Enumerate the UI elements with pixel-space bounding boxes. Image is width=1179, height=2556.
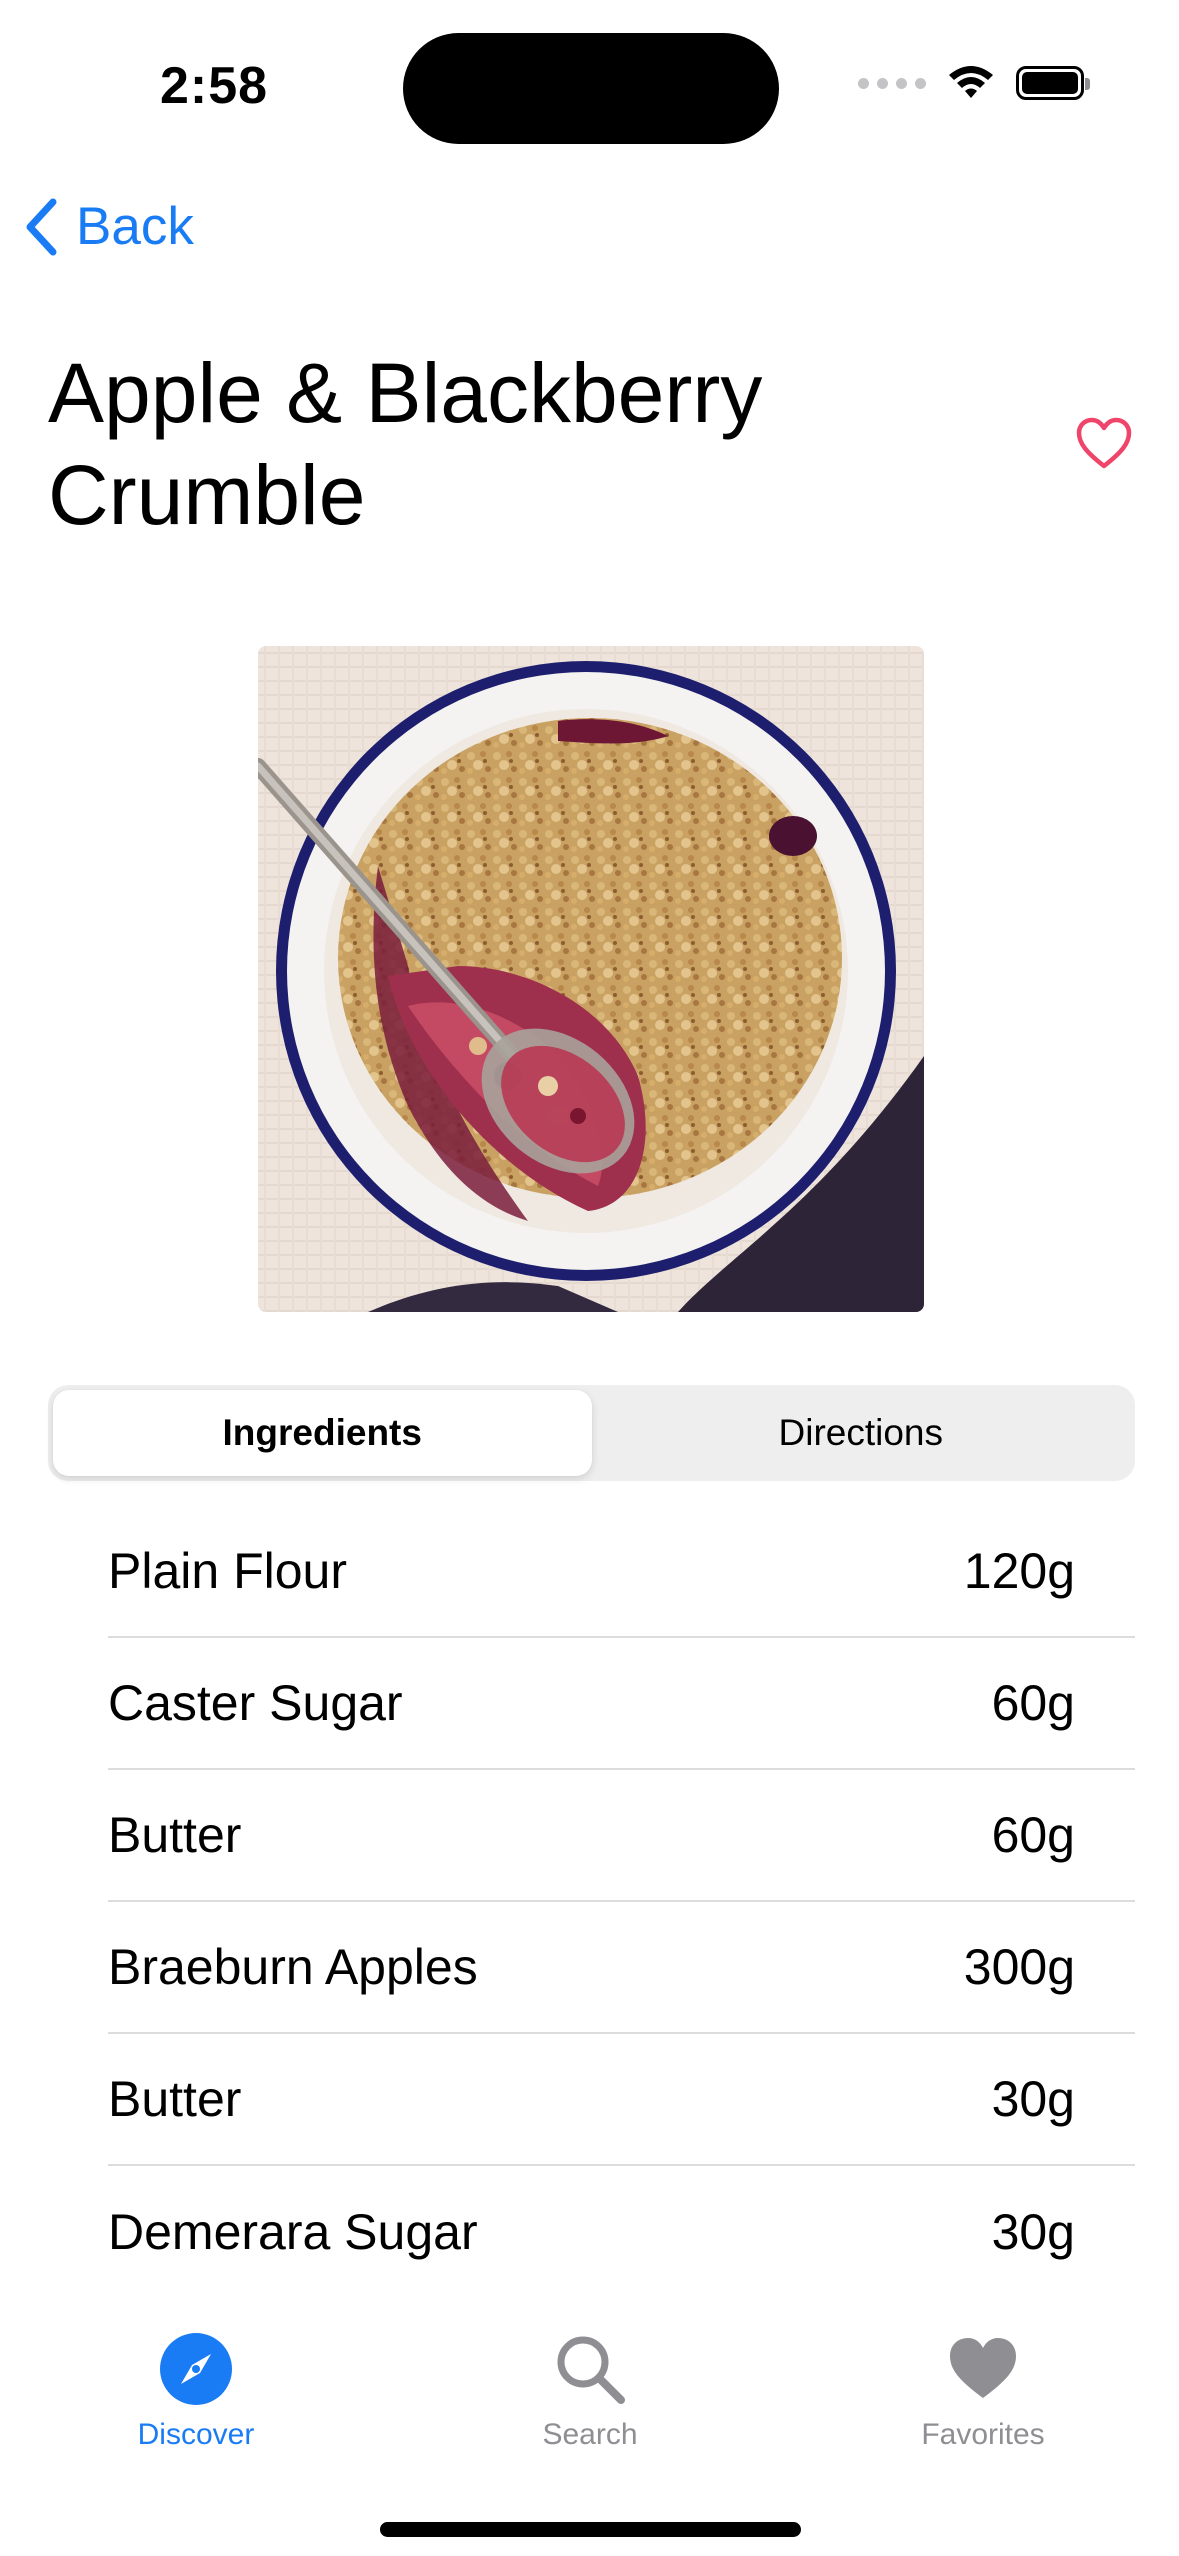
recipe-photo <box>258 646 924 1312</box>
tab-discover[interactable]: Discover <box>66 2332 326 2452</box>
tab-search[interactable]: Search <box>460 2332 720 2452</box>
ingredient-name: Demerara Sugar <box>108 2204 478 2260</box>
tab-favorites-label: Favorites <box>921 2418 1045 2451</box>
ingredient-name: Braeburn Apples <box>108 1939 478 1995</box>
recipe-title: Apple & Blackberry Crumble <box>48 346 763 542</box>
tab-favorites[interactable]: Favorites <box>853 2332 1113 2452</box>
segment-ingredients[interactable]: Ingredients <box>53 1390 592 1476</box>
cellular-signal-icon <box>858 77 926 89</box>
heart-icon <box>946 2332 1020 2406</box>
status-time: 2:58 <box>160 57 269 115</box>
favorite-button[interactable] <box>1074 414 1134 474</box>
ingredient-row: Braeburn Apples 300g <box>108 1902 1135 2034</box>
status-bar: 2:58 <box>0 0 1179 180</box>
ingredient-row: Demerara Sugar 30g <box>108 2166 1135 2298</box>
tab-bar: Discover Search Favorites <box>0 2300 1179 2556</box>
ingredient-name: Butter <box>108 2071 242 2127</box>
ingredient-name: Caster Sugar <box>108 1675 403 1731</box>
home-indicator[interactable] <box>380 2522 801 2537</box>
tab-discover-label: Discover <box>137 2418 255 2451</box>
chevron-left-icon <box>26 198 57 255</box>
status-indicators <box>858 64 1090 102</box>
battery-icon <box>1016 66 1090 100</box>
ingredient-row: Butter 60g <box>108 1770 1135 1902</box>
segment-directions[interactable]: Directions <box>592 1390 1131 1476</box>
back-label: Back <box>76 197 194 256</box>
ingredient-amount: 300g <box>963 1939 1075 1995</box>
ingredient-amount: 30g <box>991 2071 1075 2127</box>
ingredient-amount: 60g <box>991 1807 1075 1863</box>
ingredient-amount: 120g <box>963 1543 1075 1599</box>
tab-search-label: Search <box>542 2418 638 2451</box>
dynamic-island <box>403 33 779 144</box>
ingredient-name: Butter <box>108 1807 242 1863</box>
ingredient-row: Caster Sugar 60g <box>108 1638 1135 1770</box>
ingredient-row: Butter 30g <box>108 2034 1135 2166</box>
ingredient-row: Plain Flour 120g <box>108 1506 1135 1638</box>
compass-icon <box>159 2332 233 2406</box>
ingredient-name: Plain Flour <box>108 1543 347 1599</box>
heart-outline-icon <box>1076 417 1132 469</box>
ingredient-amount: 30g <box>991 2204 1075 2260</box>
magnifying-glass-icon <box>553 2332 627 2406</box>
ingredients-list: Plain Flour 120g Caster Sugar 60g Butter… <box>108 1506 1135 2298</box>
ingredient-amount: 60g <box>991 1675 1075 1731</box>
back-button[interactable]: Back <box>24 196 194 257</box>
wifi-icon <box>949 66 993 98</box>
ingredients-directions-toggle: Ingredients Directions <box>48 1385 1135 1481</box>
